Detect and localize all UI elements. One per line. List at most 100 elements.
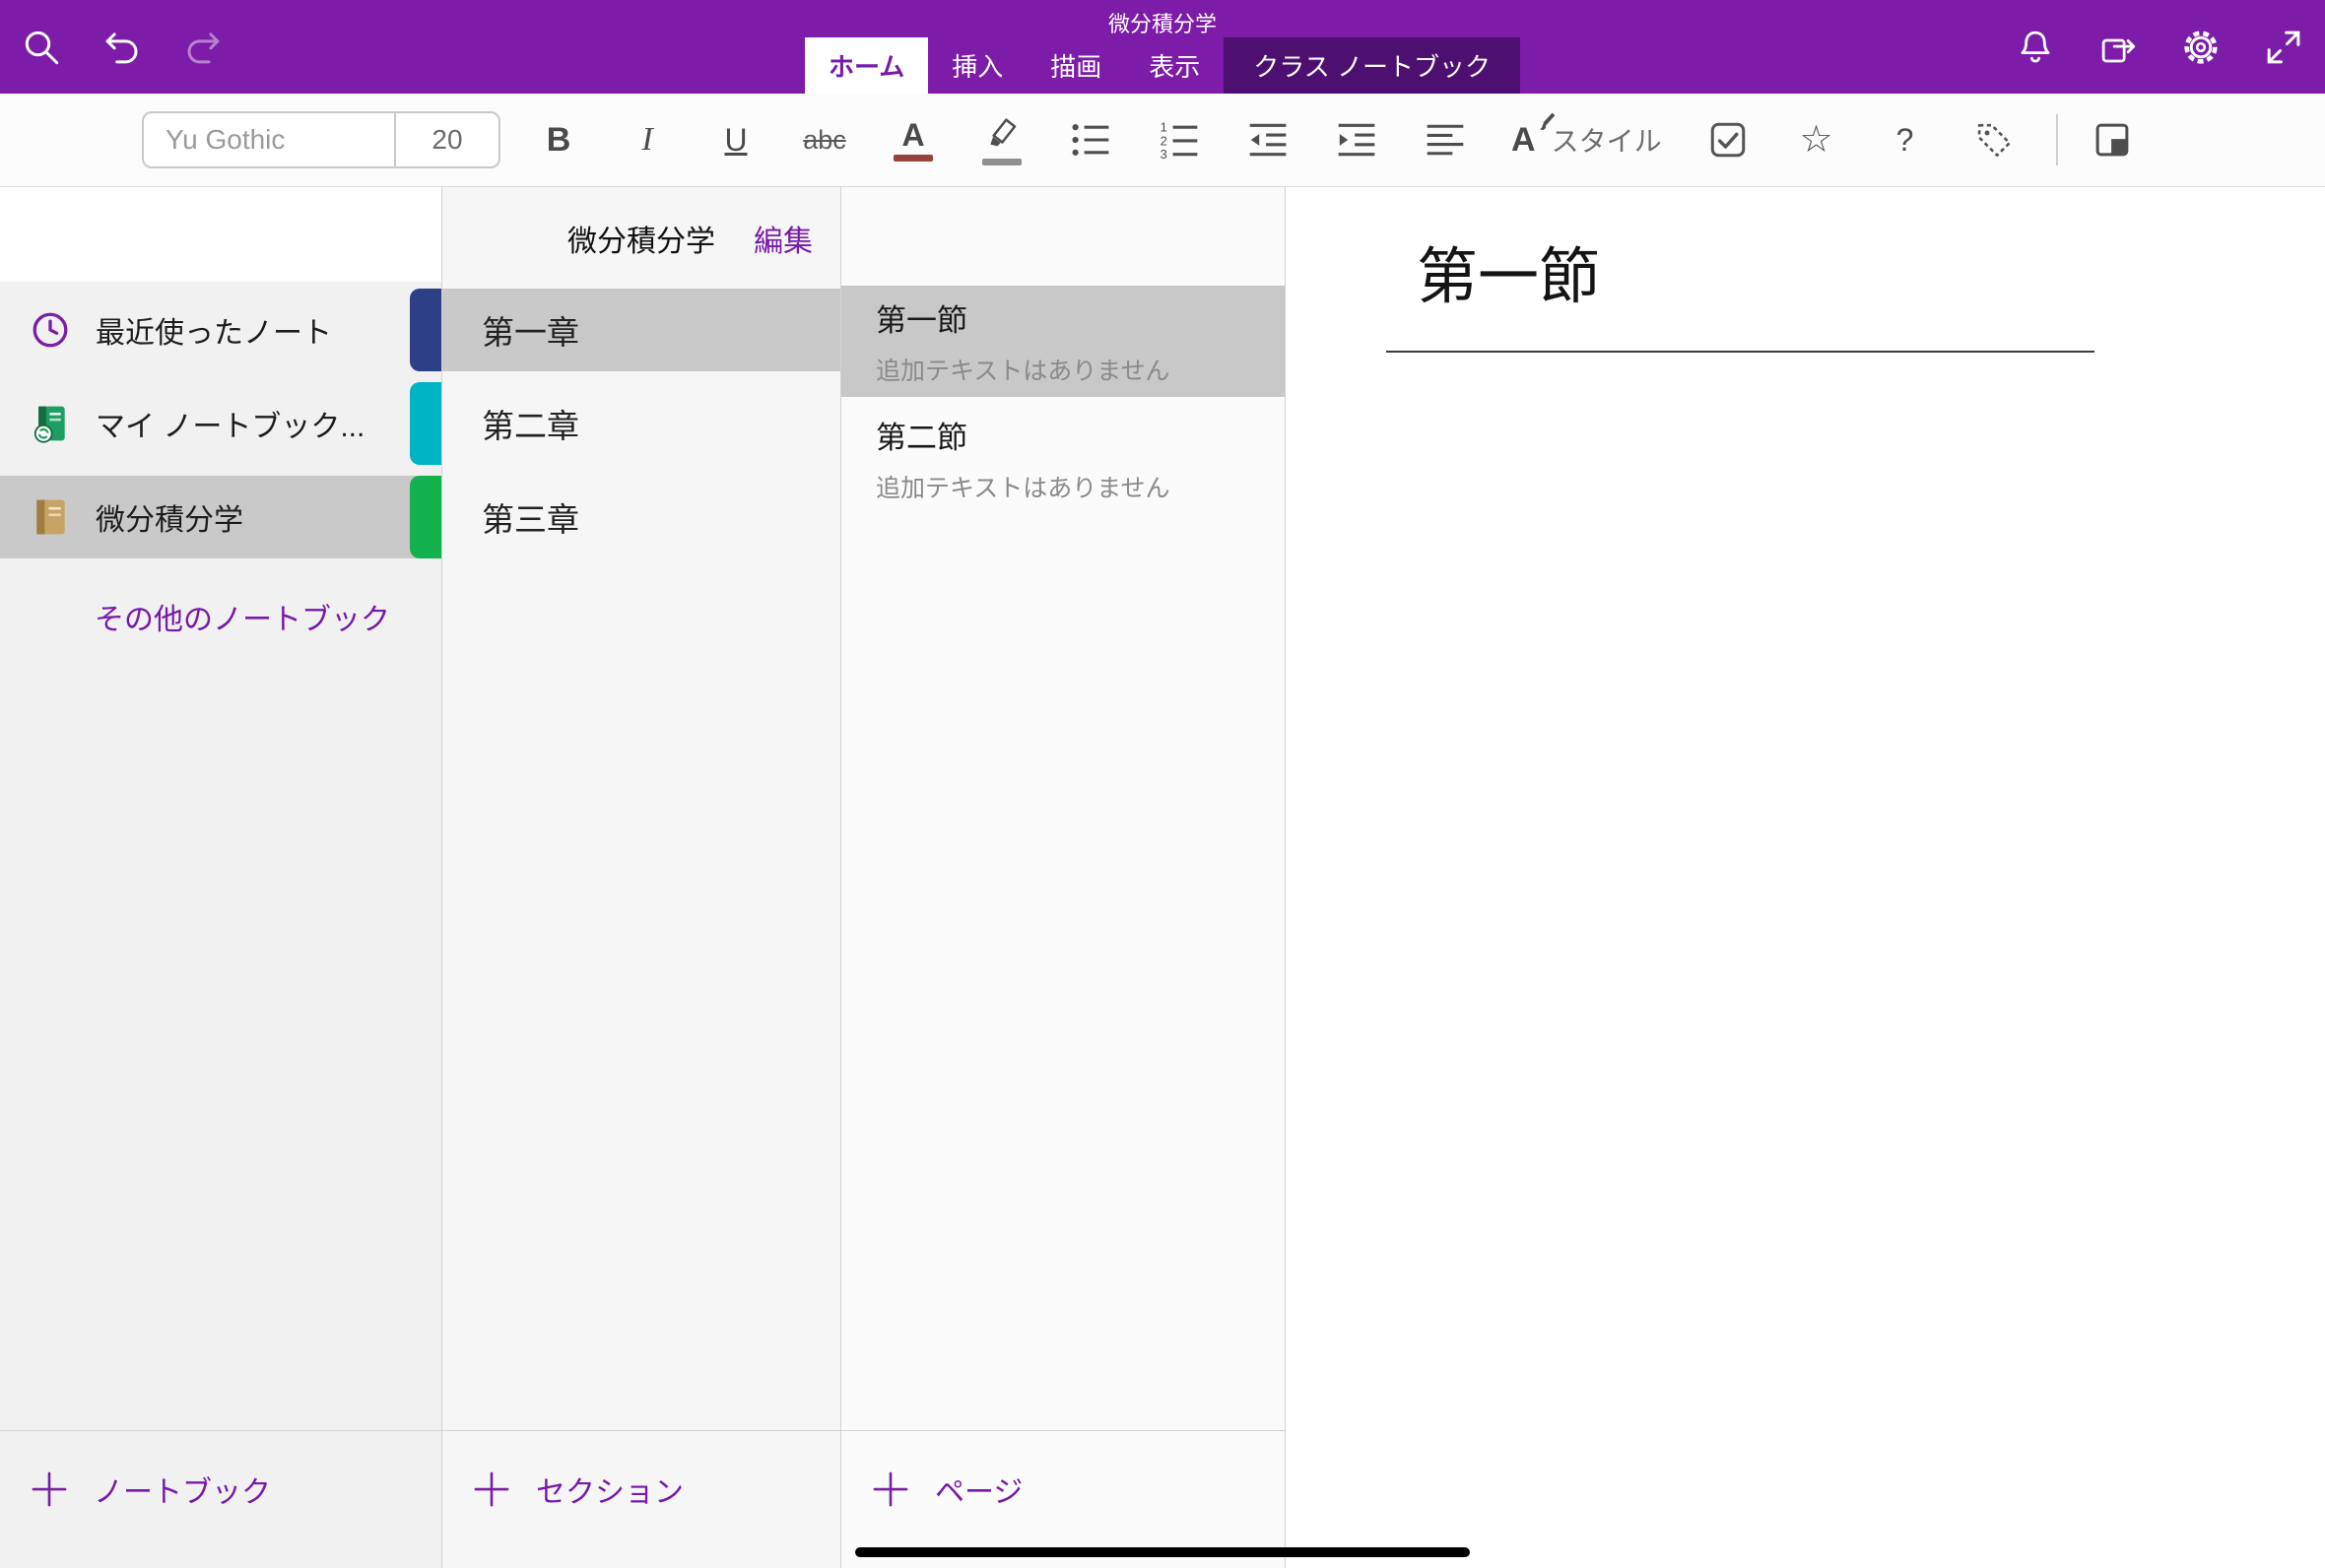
gear-icon	[2180, 27, 2222, 68]
page-panel-button[interactable]	[2084, 102, 2141, 177]
bell-icon	[2015, 27, 2056, 68]
strikethrough-icon: abc	[803, 125, 846, 156]
main-panes: 最近使ったノート マイ ノートブック...	[0, 187, 2325, 1568]
share-icon	[2097, 27, 2139, 68]
outdent-button[interactable]	[1239, 102, 1296, 177]
window-title: 微分積分学	[0, 7, 2325, 38]
bullet-list-icon	[1069, 118, 1112, 162]
question-tag-button[interactable]: ?	[1877, 102, 1934, 177]
font-color-icon: A	[901, 119, 924, 151]
page-item-title: 第一節	[876, 295, 1285, 340]
italic-icon: I	[641, 121, 652, 159]
indent-button[interactable]	[1328, 102, 1385, 177]
tab-home[interactable]: ホーム	[805, 37, 928, 94]
page-canvas[interactable]: 第一節	[1286, 187, 2325, 1568]
bold-button[interactable]: B	[530, 102, 587, 177]
section-label: 第三章	[482, 493, 579, 541]
underline-button[interactable]: U	[707, 102, 764, 177]
align-icon	[1424, 118, 1467, 162]
tab-insert[interactable]: 挿入	[928, 37, 1027, 94]
page-title[interactable]: 第一節	[1417, 242, 1600, 312]
add-section-label: セクション	[536, 1468, 684, 1511]
section-item-chapter2[interactable]: 第二章	[442, 382, 840, 465]
search-button[interactable]	[14, 20, 69, 75]
outdent-icon	[1246, 118, 1290, 162]
fullscreen-button[interactable]	[2256, 20, 2311, 75]
highlight-swatch	[982, 159, 1022, 165]
top-bar: 微分積分学 ホーム 挿入 描画 表示 クラス ノ	[0, 0, 2325, 94]
redo-icon	[182, 27, 224, 68]
section-label: 第二章	[482, 400, 579, 447]
notebook-sync-icon	[29, 402, 72, 445]
italic-button[interactable]: I	[619, 102, 676, 177]
font-size-select[interactable]: 20	[396, 113, 498, 166]
star-icon: ☆	[1800, 121, 1833, 159]
tab-draw[interactable]: 描画	[1027, 37, 1125, 94]
clock-icon	[29, 308, 72, 352]
page-item-title: 第二節	[876, 413, 1285, 457]
notebook-color-tab	[410, 382, 441, 465]
add-section-button[interactable]: セクション	[442, 1430, 840, 1568]
pages-pane: 第一節 追加テキストはありません 第二節 追加テキストはありません ページ	[841, 187, 1286, 1568]
topbar-left-actions	[14, 0, 231, 94]
section-item-chapter1[interactable]: 第一章	[442, 289, 840, 371]
strikethrough-button[interactable]: abc	[796, 102, 853, 177]
sidebar-item-calculus[interactable]: 微分積分学	[0, 476, 441, 558]
styles-icon: A	[1511, 121, 1536, 160]
plus-icon	[471, 1469, 512, 1510]
undo-icon	[101, 27, 143, 68]
custom-tag-button[interactable]	[1965, 102, 2023, 177]
page-item-subtitle: 追加テキストはありません	[876, 352, 1285, 387]
sidebar-item-label: 最近使ったノート	[96, 308, 332, 352]
notebook-color-tab	[410, 476, 441, 558]
tab-class-notebook[interactable]: クラス ノートブック	[1224, 37, 1520, 94]
page-list: 第一節 追加テキストはありません 第二節 追加テキストはありません	[841, 187, 1285, 514]
styles-button[interactable]: A スタイル	[1505, 102, 1668, 177]
search-icon	[21, 27, 62, 68]
share-button[interactable]	[2091, 20, 2146, 75]
notebooks-pane-header	[0, 187, 441, 282]
important-tag-button[interactable]: ☆	[1788, 102, 1845, 177]
font-family-select[interactable]: Yu Gothic	[144, 113, 396, 166]
notifications-button[interactable]	[2008, 20, 2063, 75]
font-color-button[interactable]: A	[885, 102, 942, 177]
tab-view[interactable]: 表示	[1125, 37, 1224, 94]
home-indicator[interactable]	[855, 1547, 1470, 1557]
sections-pane: 微分積分学 編集 第一章 第二章 第三章 セクション	[442, 187, 841, 1568]
notebooks-pane: 最近使ったノート マイ ノートブック...	[0, 187, 442, 1568]
highlighter-icon	[982, 115, 1022, 155]
title-underline	[1386, 351, 2094, 353]
add-notebook-button[interactable]: ノートブック	[0, 1430, 441, 1568]
undo-button[interactable]	[95, 20, 150, 75]
add-notebook-label: ノートブック	[94, 1468, 271, 1511]
font-color-swatch	[894, 155, 933, 162]
ribbon-tabs: ホーム 挿入 描画 表示 クラス ノートブック	[805, 37, 1520, 94]
redo-button[interactable]	[175, 20, 231, 75]
page-item-subtitle: 追加テキストはありません	[876, 469, 1285, 504]
ribbon-divider	[2056, 114, 2058, 165]
question-mark-icon: ?	[1896, 122, 1914, 159]
tag-icon	[1973, 119, 2015, 161]
bullet-list-button[interactable]	[1062, 102, 1119, 177]
sidebar-item-my-notebook[interactable]: マイ ノートブック...	[0, 382, 441, 465]
onenote-app: 微分積分学 ホーム 挿入 描画 表示 クラス ノ	[0, 0, 2325, 1568]
bold-icon: B	[547, 121, 571, 160]
alignment-button[interactable]	[1417, 102, 1474, 177]
formatting-toolbar: Yu Gothic 20 B I U abc A 123	[0, 94, 2325, 187]
section-item-chapter3[interactable]: 第三章	[442, 476, 840, 558]
highlight-button[interactable]	[973, 102, 1030, 177]
plus-icon	[870, 1469, 911, 1510]
todo-tag-button[interactable]	[1699, 102, 1757, 177]
font-controls: Yu Gothic 20	[142, 111, 500, 168]
underline-icon: U	[724, 122, 747, 159]
more-notebooks-link[interactable]: その他のノートブック	[0, 595, 441, 638]
edit-sections-button[interactable]: 編集	[754, 217, 813, 260]
plus-icon	[29, 1469, 70, 1510]
sidebar-item-recent-notes[interactable]: 最近使ったノート	[0, 289, 441, 371]
section-label: 第一章	[482, 306, 579, 354]
page-item-section1[interactable]: 第一節 追加テキストはありません	[841, 286, 1285, 397]
checkbox-icon	[1707, 119, 1749, 161]
numbered-list-button[interactable]: 123	[1151, 102, 1208, 177]
page-item-section2[interactable]: 第二節 追加テキストはありません	[841, 403, 1285, 514]
settings-button[interactable]	[2173, 20, 2228, 75]
